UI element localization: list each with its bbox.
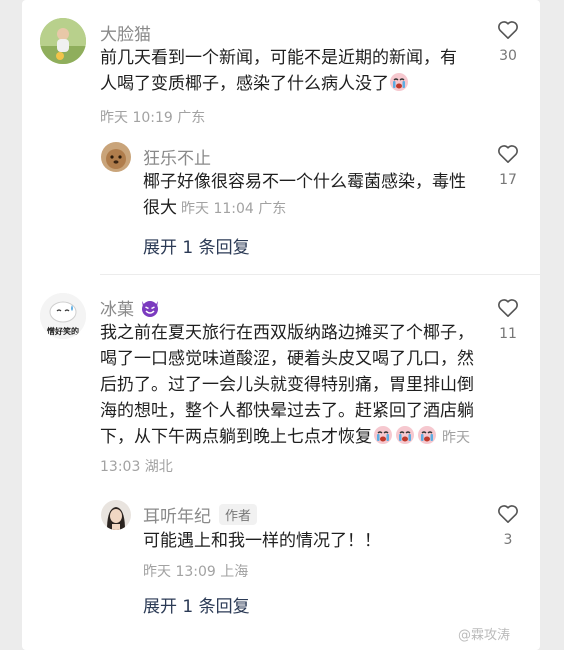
watermark: @霖攻涛 [458, 628, 511, 643]
expand-replies-button[interactable]: 展开 1 条回复 [143, 233, 250, 258]
crying-emoji [389, 72, 409, 100]
like-count: 30 [499, 48, 517, 64]
comment-meta: 昨天 11:04 广东 [181, 201, 287, 217]
avatar[interactable]: 憎好笑的 [40, 293, 86, 339]
like-button[interactable]: 3 [491, 504, 525, 548]
heart-icon[interactable] [497, 144, 519, 164]
expand-replies-button[interactable]: 展开 1 条回复 [143, 592, 250, 617]
heart-icon[interactable] [497, 298, 519, 318]
avatar[interactable] [101, 142, 131, 172]
username[interactable]: 大脸猫 [100, 20, 151, 45]
crying-emoji [416, 425, 438, 453]
divider [100, 274, 540, 275]
username[interactable]: 耳听年纪 作者 [143, 502, 258, 527]
username[interactable]: 冰菓 [100, 295, 161, 323]
like-button[interactable]: 11 [491, 298, 525, 342]
comment-text: 我之前在夏天旅行在西双版纳路边摊买了个椰子，喝了一口感觉味道酸涩，硬着头皮又喝了… [100, 323, 474, 475]
avatar[interactable] [40, 18, 86, 64]
heart-icon[interactable] [497, 20, 519, 40]
like-count: 17 [499, 172, 517, 188]
like-button[interactable]: 17 [491, 144, 525, 188]
like-count: 11 [499, 326, 517, 342]
crying-emoji [372, 425, 394, 453]
avatar[interactable] [101, 500, 131, 530]
crying-emoji [394, 425, 416, 453]
like-button[interactable]: 30 [491, 20, 525, 64]
comment-text: 可能遇上和我一样的情况了！！ [143, 531, 381, 551]
avatar-caption: 憎好笑的 [47, 327, 79, 336]
author-badge: 作者 [219, 504, 258, 525]
comments-card: 大脸猫 前几天看到一个新闻，可能不是近期的新闻，有人喝了变质椰子，感染了什么病人… [22, 0, 540, 650]
comment-meta: 昨天 13:09 上海 [143, 564, 249, 580]
comment-meta: 昨天 10:19 广东 [100, 110, 206, 126]
heart-icon[interactable] [497, 504, 519, 524]
like-count: 3 [503, 532, 513, 548]
username[interactable]: 狂乐不止 [143, 144, 211, 169]
comment-text: 椰子好像很容易不一个什么霉菌感染，毒性很大 昨天 11:04 广东 [143, 172, 466, 218]
comment-text: 前几天看到一个新闻，可能不是近期的新闻，有人喝了变质椰子，感染了什么病人没了 [100, 45, 460, 100]
